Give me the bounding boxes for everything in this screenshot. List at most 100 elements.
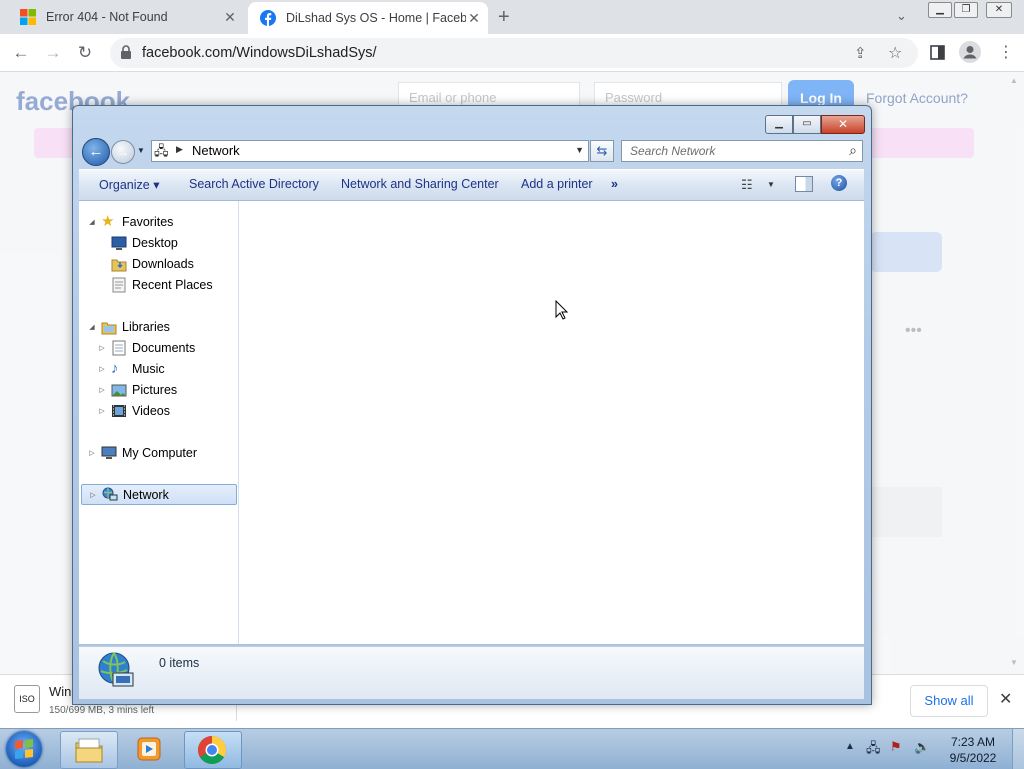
new-tab-button[interactable]: + <box>498 6 510 29</box>
network-sharing-center-button[interactable]: Network and Sharing Center <box>341 177 499 191</box>
nav-label: Pictures <box>132 382 178 397</box>
more-options-icon[interactable]: ••• <box>905 322 922 340</box>
address-dropdown-icon[interactable]: ▼ <box>575 145 584 155</box>
tab-title: DiLshad Sys OS - Home | Facebo <box>286 11 466 25</box>
iso-file-icon[interactable]: ISO <box>14 685 40 713</box>
help-icon[interactable]: ? <box>831 175 847 191</box>
search-active-directory-button[interactable]: Search Active Directory <box>189 177 319 191</box>
nav-videos[interactable]: ▷ Videos <box>79 400 237 421</box>
profile-avatar-icon[interactable] <box>959 41 981 63</box>
reload-icon[interactable]: ↻ <box>74 42 96 64</box>
network-tray-icon[interactable]: 🖧 <box>866 739 882 755</box>
collapsed-arrow-icon[interactable]: ▷ <box>87 449 97 457</box>
nav-label: Desktop <box>132 235 178 250</box>
preview-pane-icon[interactable] <box>795 176 813 192</box>
file-list-pane[interactable] <box>239 201 864 644</box>
nav-label: Music <box>132 361 165 376</box>
collapsed-arrow-icon[interactable]: ▷ <box>97 407 107 415</box>
forward-arrow-icon[interactable]: → <box>42 42 64 64</box>
download-filename[interactable]: Win <box>49 684 71 699</box>
recent-pages-dropdown-icon[interactable]: ▼ <box>137 146 145 155</box>
show-all-button[interactable]: Show all <box>910 685 988 717</box>
add-printer-button[interactable]: Add a printer <box>521 177 593 191</box>
tab-search-chevron-icon[interactable]: ⌄ <box>896 8 907 24</box>
taskbar-explorer-button[interactable] <box>60 731 118 769</box>
nav-network[interactable]: ▷ Network <box>81 484 237 505</box>
forward-button[interactable]: → <box>111 140 135 164</box>
expanded-arrow-icon[interactable]: ◢ <box>87 323 97 331</box>
explorer-address-bar[interactable]: 🖧 ▶ Network ▼ <box>151 140 589 162</box>
change-view-icon[interactable]: ☷ <box>741 177 753 193</box>
network-globe-icon <box>98 652 134 687</box>
nav-downloads[interactable]: Downloads <box>79 253 237 274</box>
tab-title: Error 404 - Not Found <box>46 10 168 24</box>
forgot-account-link[interactable]: Forgot Account? <box>866 90 968 106</box>
collapsed-arrow-icon[interactable]: ▷ <box>88 491 98 499</box>
tab-strip: Error 404 - Not Found ✕ DiLshad Sys OS -… <box>0 0 1024 34</box>
action-center-flag-icon[interactable]: ⚑ <box>890 739 906 755</box>
close-downloads-icon[interactable]: ✕ <box>999 689 1012 709</box>
back-button[interactable]: ← <box>82 138 110 166</box>
taskbar: ▲ 🖧 ⚑ 🔈 7:23 AM 9/5/2022 <box>0 728 1024 769</box>
close-browser-button[interactable]: ✕ <box>986 2 1012 18</box>
close-tab-icon[interactable]: ✕ <box>466 10 482 27</box>
nav-my-computer[interactable]: ▷ My Computer <box>79 442 237 463</box>
nav-documents[interactable]: ▷ Documents <box>79 337 237 358</box>
clock-date[interactable]: 9/5/2022 <box>946 751 1000 765</box>
scroll-up-arrow-icon[interactable]: ▲ <box>1010 76 1018 85</box>
maximize-button[interactable]: ▭ <box>793 115 821 134</box>
view-options-dropdown-icon[interactable]: ▼ <box>767 180 775 189</box>
refresh-button[interactable]: ⇆ <box>590 140 614 162</box>
address-bar[interactable]: facebook.com/WindowsDiLshadSys/ ⇪ ☆ <box>110 38 918 68</box>
desktop-icon <box>111 236 127 250</box>
breadcrumb-network[interactable]: Network <box>192 143 240 158</box>
facebook-blue-button[interactable] <box>870 232 942 272</box>
nav-recent-places[interactable]: Recent Places <box>79 274 237 295</box>
volume-icon[interactable]: 🔈 <box>914 739 930 755</box>
close-button[interactable]: ✕ <box>821 115 865 134</box>
minimize-browser-button[interactable]: ▁ <box>928 2 952 18</box>
restore-browser-button[interactable]: ❐ <box>954 2 978 18</box>
collapsed-arrow-icon[interactable]: ▷ <box>97 365 107 373</box>
organize-button[interactable]: Organize ▾ <box>99 177 159 192</box>
tab-facebook[interactable]: DiLshad Sys OS - Home | Facebo ✕ <box>248 2 488 34</box>
browser-menu-icon[interactable]: ⋮ <box>998 42 1014 62</box>
search-input[interactable]: Search Network ⌕ <box>621 140 863 162</box>
search-icon[interactable]: ⌕ <box>849 142 857 159</box>
show-desktop-button[interactable] <box>1012 729 1024 769</box>
url-text[interactable]: facebook.com/WindowsDiLshadSys/ <box>142 45 377 61</box>
nav-pictures[interactable]: ▷ Pictures <box>79 379 237 400</box>
media-player-icon <box>137 737 161 761</box>
back-arrow-icon[interactable]: ← <box>10 42 32 64</box>
nav-music[interactable]: ▷ ♪ Music <box>79 358 237 379</box>
taskbar-chrome-button[interactable] <box>184 731 242 769</box>
taskbar-media-player-button[interactable] <box>122 731 178 767</box>
lock-icon[interactable] <box>120 45 132 59</box>
start-button[interactable] <box>6 731 42 767</box>
share-icon[interactable]: ⇪ <box>854 44 867 62</box>
details-pane: 0 items <box>79 646 864 699</box>
bookmark-star-icon[interactable]: ☆ <box>888 43 902 63</box>
tab-error-404[interactable]: Error 404 - Not Found ✕ <box>8 0 244 34</box>
clock-time[interactable]: 7:23 AM <box>946 735 1000 749</box>
nav-favorites[interactable]: ◢ ★ Favorites <box>79 211 237 232</box>
minimize-button[interactable]: ▁ <box>765 115 793 134</box>
expanded-arrow-icon[interactable]: ◢ <box>87 218 97 226</box>
network-icon <box>102 487 118 500</box>
browser-toolbar: ← → ↻ facebook.com/WindowsDiLshadSys/ ⇪ … <box>0 34 1024 72</box>
nav-libraries[interactable]: ◢ Libraries <box>79 316 237 337</box>
nav-desktop[interactable]: Desktop <box>79 232 237 253</box>
chrome-icon <box>198 736 226 764</box>
window-controls: ▁ ▭ ✕ <box>765 115 865 134</box>
windows-logo-icon <box>20 9 36 25</box>
facebook-gray-panel <box>870 487 942 537</box>
show-hidden-icons-icon[interactable]: ▲ <box>845 741 855 752</box>
nav-label: Favorites <box>122 214 174 229</box>
breadcrumb-arrow-icon[interactable]: ▶ <box>176 144 183 155</box>
collapsed-arrow-icon[interactable]: ▷ <box>97 344 107 352</box>
more-commands-button[interactable]: » <box>611 177 618 191</box>
scroll-down-arrow-icon[interactable]: ▼ <box>1010 658 1018 667</box>
close-tab-icon[interactable]: ✕ <box>222 9 238 26</box>
side-panel-icon[interactable] <box>930 45 945 60</box>
collapsed-arrow-icon[interactable]: ▷ <box>97 386 107 394</box>
